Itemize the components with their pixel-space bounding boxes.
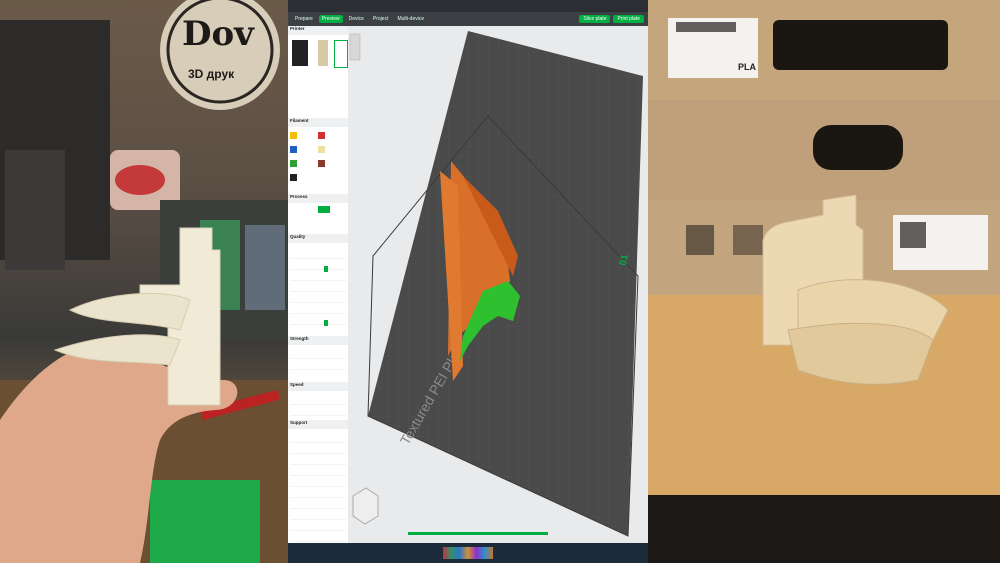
left-photo-hand-holding-part: Dov 3D друк	[0, 0, 288, 563]
layer-slider[interactable]	[408, 532, 548, 535]
sign-text: Dov	[182, 14, 255, 54]
main-toolbar: Prepare Preview Device Project Multi-dev…	[288, 12, 648, 26]
settings-sidebar: Printer Filament Process Quality Strengt…	[288, 26, 349, 563]
build-plate-view: Textured PEI Plate 01	[349, 31, 643, 537]
left-photo-scene: Dov 3D друк	[0, 0, 288, 563]
speed-subsection[interactable]: Speed	[288, 382, 348, 391]
filament-slot-7-swatch[interactable]	[290, 174, 297, 181]
tab-prepare[interactable]: Prepare	[292, 15, 316, 23]
process-section-header[interactable]: Process	[288, 194, 348, 203]
view-toolbar[interactable]	[349, 33, 361, 61]
filament-slot-5-swatch[interactable]	[290, 160, 297, 167]
box-label-text: PLA	[738, 62, 757, 72]
plate-thumbnail	[318, 40, 328, 66]
window-titlebar	[288, 0, 648, 12]
speed-settings-list	[290, 394, 346, 416]
box-handle-hole-top	[773, 20, 948, 70]
sign-subtext: 3D друк	[188, 67, 235, 81]
strength-settings-list	[290, 348, 346, 376]
strength-subsection[interactable]: Strength	[288, 336, 348, 345]
qr-code	[900, 222, 926, 248]
filament-slot-2-swatch[interactable]	[318, 132, 325, 139]
tab-device[interactable]: Device	[346, 15, 367, 23]
slicer-screenshot: Prepare Preview Device Project Multi-dev…	[288, 0, 648, 563]
filament-slot-1-swatch[interactable]	[290, 132, 297, 139]
quality-settings-list	[290, 248, 346, 328]
printer-section-header[interactable]: Printer	[288, 26, 348, 35]
view-cube[interactable]	[352, 487, 379, 525]
taskbar-app-icons[interactable]	[443, 547, 493, 559]
green-box	[150, 480, 260, 563]
box-handle-hole-middle	[813, 125, 903, 170]
quality-subsection[interactable]: Quality	[288, 234, 348, 243]
3d-viewport[interactable]: Textured PEI Plate 01	[348, 26, 648, 543]
filament-section-header[interactable]: Filament	[288, 118, 348, 127]
taskbar	[288, 543, 648, 563]
global-toggle[interactable]	[318, 206, 330, 213]
tab-multi-device[interactable]: Multi-device	[394, 15, 427, 23]
right-photo-scene: PLA	[648, 0, 1000, 563]
tab-preview[interactable]: Preview	[318, 15, 343, 23]
print-plate-button[interactable]: Print plate	[613, 15, 644, 23]
filament-slot-3-swatch[interactable]	[290, 146, 297, 153]
filament-slot-4-swatch[interactable]	[318, 146, 325, 153]
tab-project[interactable]: Project	[370, 15, 392, 23]
barcode	[676, 22, 736, 32]
filament-slot-6-swatch[interactable]	[318, 160, 325, 167]
quality-checkbox[interactable]	[324, 266, 328, 272]
printer-thumbnail	[292, 40, 308, 66]
slice-plate-button[interactable]: Slice plate	[579, 15, 611, 23]
quality-checkbox-2[interactable]	[324, 320, 328, 326]
right-photo-printed-part: PLA	[648, 0, 1000, 563]
support-subsection[interactable]: Support	[288, 420, 348, 429]
process-thumbnail	[334, 40, 348, 68]
